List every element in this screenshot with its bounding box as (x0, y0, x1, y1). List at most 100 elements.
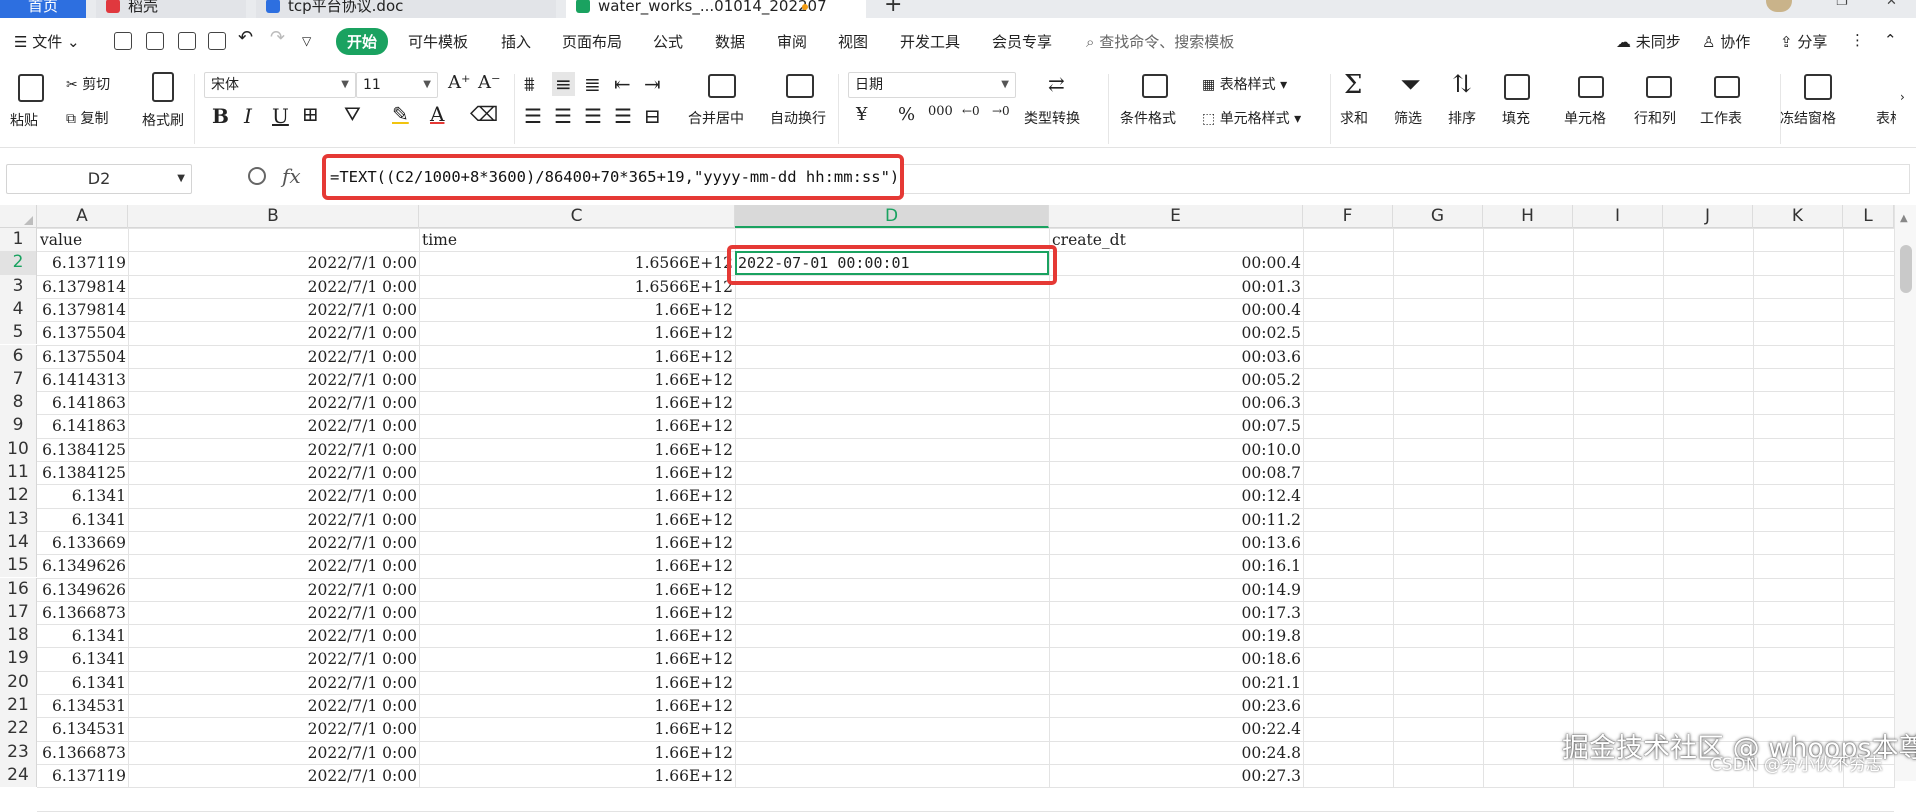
cell-c[interactable]: 1.66E+12 (419, 321, 735, 344)
cell-b[interactable]: 2022/7/1 0:00 (128, 764, 419, 787)
cell-d[interactable] (735, 578, 1049, 601)
column-header-j[interactable]: J (1663, 205, 1753, 228)
cell-e[interactable]: 00:24.8 (1049, 741, 1303, 764)
cell-c[interactable]: 1.66E+12 (419, 531, 735, 554)
cell-e[interactable]: 00:17.3 (1049, 601, 1303, 624)
column-header-g[interactable]: G (1393, 205, 1483, 228)
row-header[interactable]: 1 (0, 228, 37, 252)
cell-d[interactable] (735, 694, 1049, 717)
align-center-icon[interactable]: ☰ (554, 104, 572, 128)
cell-a[interactable]: 6.141863 (37, 391, 128, 414)
italic-icon[interactable]: I (244, 104, 252, 128)
cell-a[interactable]: 6.1375504 (37, 345, 128, 368)
column-header-l[interactable]: L (1843, 205, 1894, 228)
tab-spreadsheet-active[interactable]: water_works_...01014_202207 (566, 0, 866, 18)
cells-button[interactable]: 单元格 (1564, 108, 1606, 128)
cell-b[interactable]: 2022/7/1 0:00 (128, 414, 419, 437)
row-header[interactable]: 19 (0, 647, 37, 671)
cell-a[interactable]: 6.1341 (37, 647, 128, 670)
column-header-k[interactable]: K (1753, 205, 1843, 228)
cell-d[interactable] (735, 368, 1049, 391)
cell-b[interactable]: 2022/7/1 0:00 (128, 554, 419, 577)
cell-a[interactable]: 6.1366873 (37, 741, 128, 764)
cell-e[interactable]: 00:03.6 (1049, 345, 1303, 368)
cell-a[interactable]: 6.133669 (37, 531, 128, 554)
cell-b[interactable]: 2022/7/1 0:00 (128, 578, 419, 601)
row-header[interactable]: 12 (0, 484, 37, 508)
copy-button[interactable]: ⧉ 复制 (66, 108, 108, 128)
formula-input[interactable]: =TEXT((C2/1000+8*3600)/86400+70*365+19,"… (322, 154, 904, 200)
sort-icon[interactable]: ⇅ (1452, 70, 1472, 98)
redo-icon[interactable]: ↷ (270, 27, 285, 48)
tab-review[interactable]: 审阅 (777, 31, 807, 52)
cell-b[interactable]: 2022/7/1 0:00 (128, 368, 419, 391)
row-header[interactable]: 20 (0, 670, 37, 694)
cell-c[interactable]: 1.6566E+12 (419, 251, 735, 274)
decrease-font-icon[interactable]: A⁻ (478, 72, 501, 93)
cell-d[interactable] (735, 764, 1049, 787)
cell-b[interactable]: 2022/7/1 0:00 (128, 694, 419, 717)
format-painter-button[interactable]: 格式刷 (142, 110, 184, 130)
cell-a[interactable]: 6.1349626 (37, 578, 128, 601)
cell-d[interactable] (735, 531, 1049, 554)
row-header[interactable]: 14 (0, 530, 37, 555)
cell-d[interactable] (735, 321, 1049, 344)
sort-button[interactable]: 排序 (1448, 108, 1476, 128)
row-column-button[interactable]: 行和列 (1634, 108, 1676, 128)
cell-d[interactable] (735, 717, 1049, 740)
tab-home[interactable]: 首页 (0, 0, 86, 18)
filter-icon[interactable]: ⏷ (1400, 70, 1421, 101)
cell-e[interactable]: 00:18.6 (1049, 647, 1303, 670)
decrease-decimal-icon[interactable]: →0 (992, 104, 1010, 118)
row-header[interactable]: 21 (0, 694, 37, 718)
name-box[interactable]: D2 ▼ (6, 164, 192, 194)
more-options-icon[interactable]: ⋮ (1850, 31, 1865, 49)
currency-icon[interactable]: ¥ (856, 104, 867, 125)
row-column-icon[interactable] (1646, 76, 1672, 98)
tab-docer[interactable]: 稻壳 (96, 0, 246, 18)
tab-start[interactable]: 开始 (336, 28, 389, 55)
save-icon[interactable] (114, 32, 132, 50)
cell-c[interactable]: 1.66E+12 (419, 578, 735, 601)
cell-a[interactable]: 6.1384125 (37, 438, 128, 461)
cell-d[interactable] (735, 298, 1049, 321)
cell-e[interactable]: 00:16.1 (1049, 554, 1303, 577)
new-tab-plus-icon[interactable]: + (884, 0, 902, 17)
cell-e1[interactable]: create_dt (1049, 228, 1303, 251)
cell-b[interactable]: 2022/7/1 0:00 (128, 671, 419, 694)
cell-e[interactable]: 00:12.4 (1049, 484, 1303, 507)
ribbon-scroll-right-icon[interactable]: › (1900, 90, 1905, 104)
tab-member[interactable]: 会员专享 (992, 31, 1052, 52)
tab-template[interactable]: 可牛模板 (408, 31, 468, 52)
row-header[interactable]: 22 (0, 717, 37, 741)
cell-a[interactable]: 6.1341 (37, 508, 128, 531)
cell-e[interactable]: 00:13.6 (1049, 531, 1303, 554)
cell-b[interactable]: 2022/7/1 0:00 (128, 741, 419, 764)
cell-a[interactable]: 6.1341 (37, 624, 128, 647)
tab-data[interactable]: 数据 (715, 31, 745, 52)
column-header-i[interactable]: I (1573, 205, 1663, 228)
cell-c[interactable]: 1.66E+12 (419, 391, 735, 414)
cell-e[interactable]: 00:02.5 (1049, 321, 1303, 344)
cell-b[interactable]: 2022/7/1 0:00 (128, 251, 419, 274)
cell-c[interactable]: 1.66E+12 (419, 601, 735, 624)
column-header-d[interactable]: D (735, 205, 1049, 228)
cell-d[interactable] (735, 601, 1049, 624)
tab-word-document[interactable]: tcp平台协议.doc (256, 0, 556, 18)
cell-b[interactable]: 2022/7/1 0:00 (128, 601, 419, 624)
cell-d[interactable] (735, 438, 1049, 461)
cell-c[interactable]: 1.66E+12 (419, 438, 735, 461)
merge-center-icon[interactable] (708, 74, 736, 98)
cell-a[interactable]: 6.1379814 (37, 298, 128, 321)
window-close-icon[interactable]: ✕ (1886, 0, 1897, 9)
cell-b[interactable]: 2022/7/1 0:00 (128, 717, 419, 740)
table-tools-button[interactable]: 表格 (1876, 108, 1896, 128)
row-header[interactable]: 9 (0, 414, 37, 438)
cell-c[interactable]: 1.6566E+12 (419, 275, 735, 298)
align-bottom-icon[interactable]: ≣ (584, 72, 601, 96)
cell-b[interactable]: 2022/7/1 0:00 (128, 531, 419, 554)
cell-c[interactable]: 1.66E+12 (419, 624, 735, 647)
cell-a[interactable]: 6.1341 (37, 484, 128, 507)
collaborate-button[interactable]: ♙ 协作 (1702, 31, 1750, 52)
cell-style-button[interactable]: ⬚ 单元格样式 ▾ (1202, 108, 1301, 128)
